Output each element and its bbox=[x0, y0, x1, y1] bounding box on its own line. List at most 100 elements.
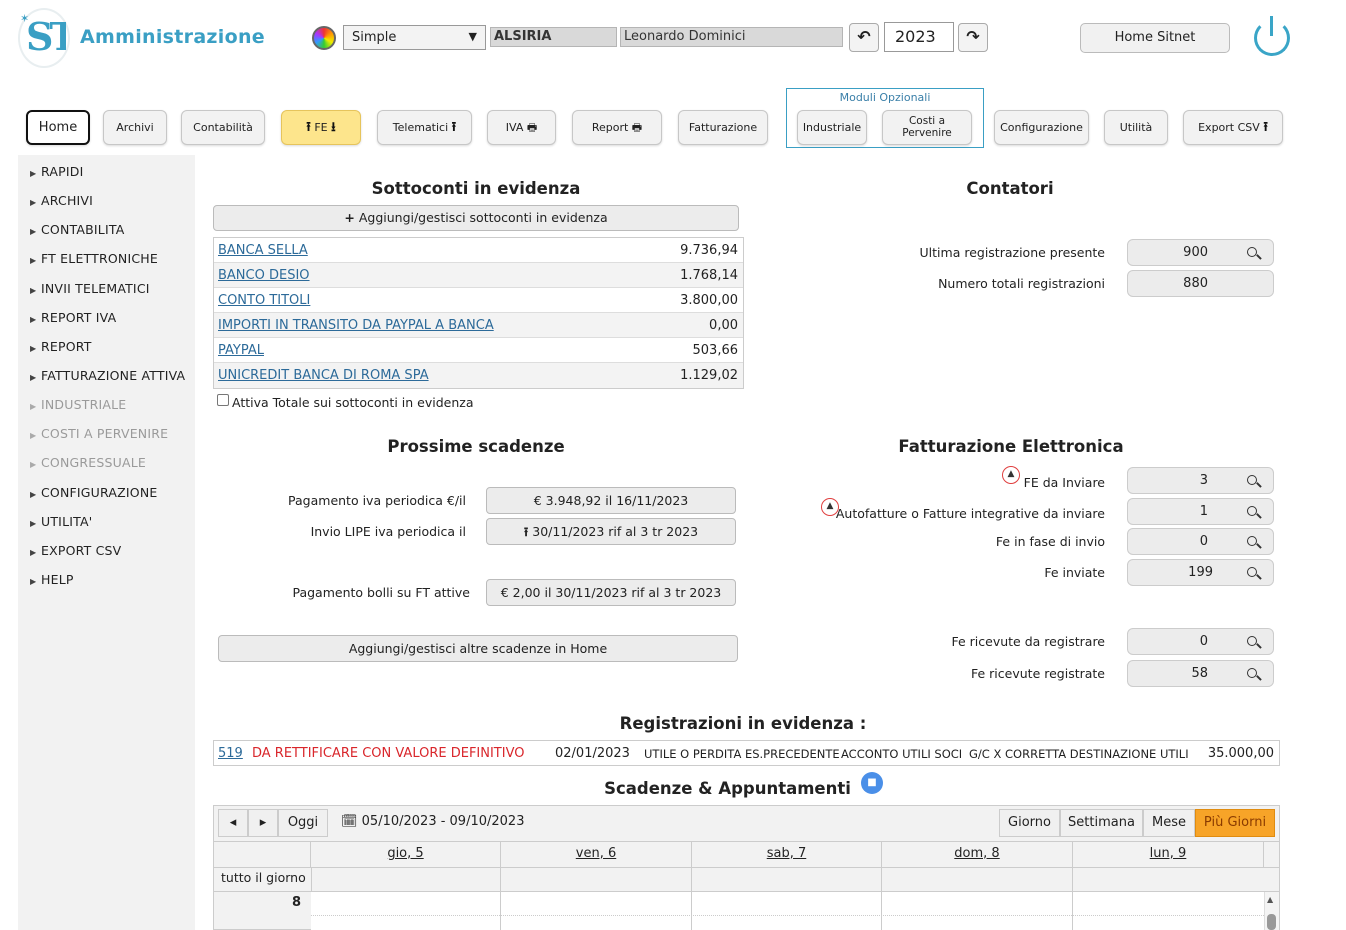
sidebar-item-archivi[interactable]: ▶ ARCHIVI bbox=[30, 193, 93, 208]
fe-da-inviare-label: FE da Inviare bbox=[1023, 475, 1105, 490]
scroll-up-icon[interactable]: ▲ bbox=[1267, 895, 1273, 904]
sidebar-item-report[interactable]: ▶ REPORT bbox=[30, 339, 92, 354]
sidebar-item-label: EXPORT CSV bbox=[41, 543, 122, 558]
sidebar-item-report-iva[interactable]: ▶ REPORT IVA bbox=[30, 310, 116, 325]
iva-periodica-button[interactable]: € 3.948,92 il 16/11/2023 bbox=[486, 487, 736, 514]
export-csv-button[interactable]: Export CSV ⭱ bbox=[1183, 110, 1283, 145]
fe-button[interactable]: ⭱ FE ⭳ bbox=[281, 110, 361, 145]
home-button[interactable]: Home bbox=[26, 110, 90, 145]
sottoconto-link[interactable]: CONTO TITOLI bbox=[218, 293, 310, 308]
sidebar-item-invii-telematici[interactable]: ▶ INVII TELEMATICI bbox=[30, 281, 150, 296]
tree-expand-icon: ▶ bbox=[30, 373, 37, 382]
fe-label: FE bbox=[314, 121, 328, 134]
search-icon[interactable] bbox=[1247, 506, 1257, 516]
home-sitnet-button[interactable]: Home Sitnet bbox=[1080, 23, 1230, 53]
sidebar-item-configurazione[interactable]: ▶ CONFIGURAZIONE bbox=[30, 485, 158, 500]
sidebar-item-help[interactable]: ▶ HELP bbox=[30, 572, 74, 587]
fe-ricevute-registrate-value: 58 bbox=[1191, 666, 1208, 681]
registrazione-amount: 35.000,00 bbox=[1207, 746, 1274, 761]
iva-button[interactable]: IVA 🖶 bbox=[487, 110, 556, 145]
day-header[interactable]: sab, 7 bbox=[692, 842, 882, 867]
sottoconto-link[interactable]: PAYPAL bbox=[218, 343, 264, 358]
fe-ricevute-da-registrare-value: 0 bbox=[1199, 634, 1208, 649]
sidebar-item-export-csv[interactable]: ▶ EXPORT CSV bbox=[30, 543, 121, 558]
sottoconto-link[interactable]: BANCA SELLA bbox=[218, 243, 308, 258]
archivi-button[interactable]: Archivi bbox=[103, 110, 167, 145]
sidebar-item-ft-elettroniche[interactable]: ▶ FT ELETTRONICHE bbox=[30, 251, 158, 266]
tree-expand-icon: ▶ bbox=[30, 460, 37, 469]
view-settimana-button[interactable]: Settimana bbox=[1060, 809, 1143, 837]
search-icon[interactable] bbox=[1247, 536, 1257, 546]
industriale-button[interactable]: Industriale bbox=[797, 110, 867, 145]
search-icon[interactable] bbox=[1247, 567, 1257, 577]
bolli-button[interactable]: € 2,00 il 30/11/2023 rif al 3 tr 2023 bbox=[486, 579, 736, 606]
lipe-button[interactable]: ⭱ 30/11/2023 rif al 3 tr 2023 bbox=[486, 518, 736, 545]
costi-label-2: Pervenire bbox=[902, 127, 952, 139]
view-mese-button[interactable]: Mese bbox=[1143, 809, 1195, 837]
day-header[interactable]: dom, 8 bbox=[882, 842, 1073, 867]
search-icon[interactable] bbox=[1247, 475, 1257, 485]
export-csv-label: Export CSV bbox=[1198, 121, 1260, 134]
next-year-button[interactable]: ↷ bbox=[958, 23, 988, 52]
add-scadenze-button[interactable]: Aggiungi/gestisci altre scadenze in Home bbox=[218, 635, 738, 662]
palette-icon[interactable] bbox=[312, 26, 336, 50]
search-icon[interactable] bbox=[1247, 247, 1257, 257]
fe-inviate-field[interactable]: 199 bbox=[1127, 559, 1274, 586]
fe-fase-invio-field[interactable]: 0 bbox=[1127, 528, 1274, 555]
sidebar-item-fatturazione-attiva[interactable]: ▶ FATTURAZIONE ATTIVA bbox=[30, 368, 185, 383]
fe-da-inviare-field[interactable]: 3 bbox=[1127, 467, 1274, 494]
tree-expand-icon: ▶ bbox=[30, 169, 37, 178]
search-icon[interactable] bbox=[1247, 668, 1257, 678]
calendar-next-button[interactable]: ▸ bbox=[248, 809, 278, 837]
configurazione-button[interactable]: Configurazione bbox=[994, 110, 1089, 145]
scrollbar-thumb[interactable] bbox=[1267, 914, 1276, 930]
time-grid[interactable] bbox=[311, 892, 1264, 930]
totale-checkbox[interactable] bbox=[217, 394, 229, 406]
autofatture-label: Autofatture o Fatture integrative da inv… bbox=[835, 506, 1105, 521]
sidebar-item-contabilita[interactable]: ▶ CONTABILITA bbox=[30, 222, 124, 237]
sottoconto-link[interactable]: UNICREDIT BANCA DI ROMA SPA bbox=[218, 368, 429, 383]
sidebar-item-utilita[interactable]: ▶ UTILITA' bbox=[30, 514, 92, 529]
report-button[interactable]: Report 🖶 bbox=[572, 110, 662, 145]
view-piu-giorni-button[interactable]: Più Giorni bbox=[1195, 809, 1275, 837]
add-sottoconti-button[interactable]: + Aggiungi/gestisci sottoconti in eviden… bbox=[213, 205, 739, 231]
day-header[interactable]: ven, 6 bbox=[501, 842, 692, 867]
fe-ricevute-da-registrare-field[interactable]: 0 bbox=[1127, 628, 1274, 655]
upload-icon: ⭱ bbox=[306, 120, 311, 135]
calendar-range[interactable]: 🗓 05/10/2023 - 09/10/2023 bbox=[341, 814, 524, 829]
tree-expand-icon: ▶ bbox=[30, 227, 37, 236]
view-select[interactable]: Simple ▼ bbox=[343, 25, 486, 50]
tree-expand-icon: ▶ bbox=[30, 548, 37, 557]
year-input[interactable]: 2023 bbox=[884, 22, 954, 52]
video-call-icon[interactable]: ■ bbox=[861, 772, 883, 794]
search-icon[interactable] bbox=[1247, 636, 1257, 646]
utilita-button[interactable]: Utilità bbox=[1104, 110, 1168, 145]
sidebar-item-label: CONFIGURAZIONE bbox=[41, 485, 158, 500]
registrazione-note: DA RETTIFICARE CON VALORE DEFINITIVO bbox=[252, 746, 525, 761]
divider bbox=[1072, 868, 1073, 930]
sottoconto-link[interactable]: IMPORTI IN TRANSITO DA PAYPAL A BANCA bbox=[218, 318, 494, 333]
registrazione-link[interactable]: 519 bbox=[218, 746, 243, 761]
day-header[interactable]: lun, 9 bbox=[1073, 842, 1264, 867]
fe-inviate-value: 199 bbox=[1188, 565, 1213, 580]
day-header[interactable]: gio, 5 bbox=[311, 842, 501, 867]
autofatture-field[interactable]: 1 bbox=[1127, 498, 1274, 525]
costi-a-pervenire-button[interactable]: Costi a Pervenire bbox=[882, 110, 972, 145]
tree-expand-icon: ▶ bbox=[30, 490, 37, 499]
sidebar-item-costi-a-pervenire: ▶ COSTI A PERVENIRE bbox=[30, 426, 168, 441]
totali-registrazioni-label: Numero totali registrazioni bbox=[938, 276, 1105, 291]
calendar-prev-button[interactable]: ◂ bbox=[218, 809, 248, 837]
calendar-today-button[interactable]: Oggi bbox=[278, 809, 328, 837]
sidebar-item-rapidi[interactable]: ▶ RAPIDI bbox=[30, 164, 83, 179]
sottoconto-link[interactable]: BANCO DESIO bbox=[218, 268, 310, 283]
fatturazione-button[interactable]: Fatturazione bbox=[678, 110, 768, 145]
view-giorno-button[interactable]: Giorno bbox=[999, 809, 1060, 837]
prev-year-button[interactable]: ↶ bbox=[849, 23, 879, 52]
divider bbox=[691, 868, 692, 930]
allday-row[interactable] bbox=[311, 868, 1264, 891]
printer-icon: 🖶 bbox=[526, 121, 538, 134]
telematici-button[interactable]: Telematici ⭱ bbox=[377, 110, 472, 145]
contabilita-button[interactable]: Contabilità bbox=[181, 110, 265, 145]
fe-ricevute-registrate-field[interactable]: 58 bbox=[1127, 660, 1274, 687]
ultima-registrazione-field[interactable]: 900 bbox=[1127, 239, 1274, 266]
